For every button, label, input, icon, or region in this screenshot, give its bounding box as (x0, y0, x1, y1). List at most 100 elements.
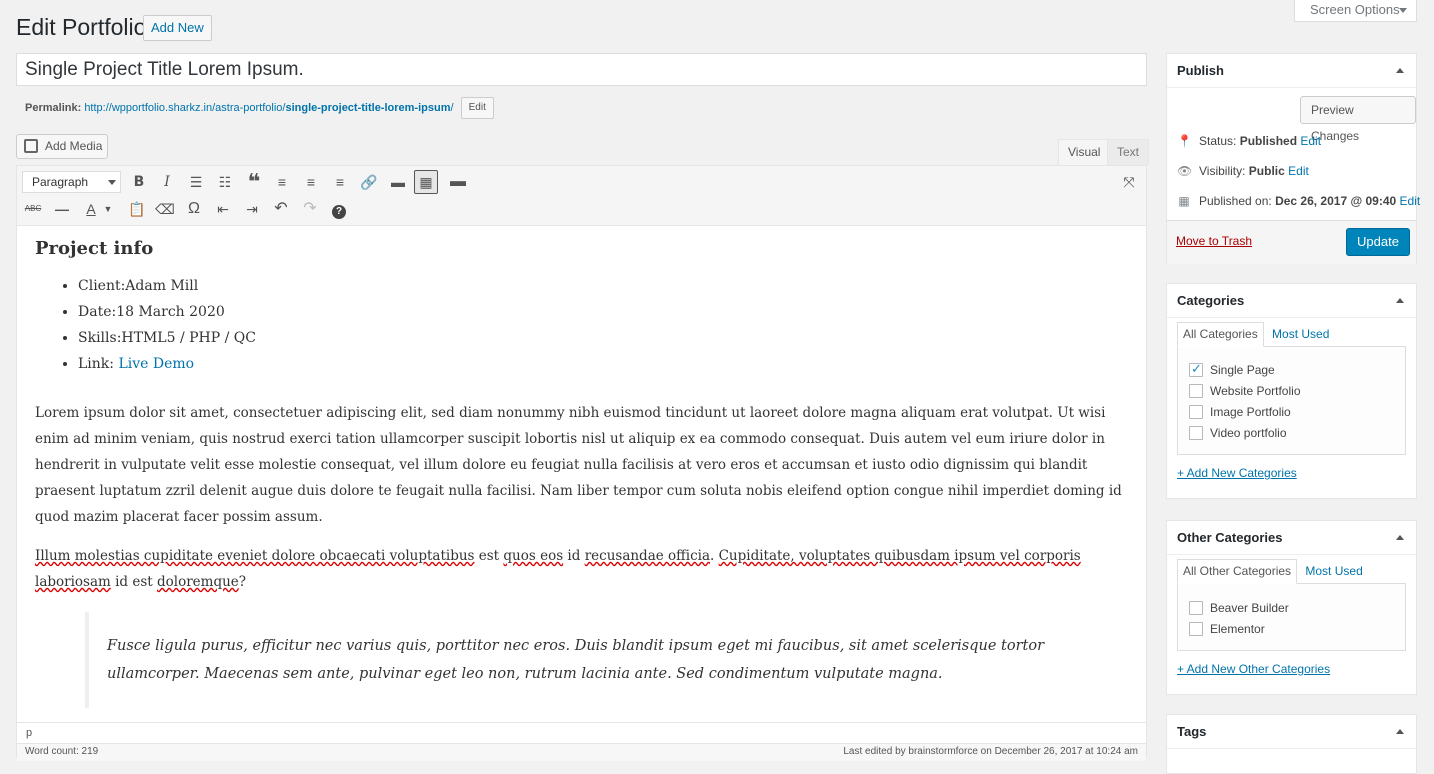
align-left-icon[interactable]: ≡ (271, 171, 293, 193)
misspelled-text: Illum molestias cupiditate eveniet dolor… (35, 548, 475, 564)
indent-icon[interactable]: ⇥ (241, 198, 263, 220)
tab-all-categories[interactable]: All Categories (1177, 322, 1264, 347)
published-on-row: ▦ Published on: Dec 26, 2017 @ 09:40 Edit (1178, 194, 1421, 208)
blockquote: Fusce ligula purus, efficitur nec varius… (85, 612, 1085, 708)
other-categories-header[interactable]: Other Categories (1167, 521, 1416, 555)
tab-text[interactable]: Text (1107, 139, 1150, 165)
other-categories-list: Beaver Builder Elementor (1177, 583, 1406, 651)
more-icon[interactable]: ▬ (447, 171, 469, 193)
visibility-row: 👁 Visibility: Public Edit (1177, 164, 1309, 178)
outdent-icon[interactable]: ⇤ (212, 198, 234, 220)
checkbox[interactable] (1189, 426, 1203, 440)
content-heading: Project info (35, 238, 154, 259)
permalink-link[interactable]: http://wpportfolio.sharkz.in/astra-portf… (84, 102, 453, 114)
screen-options-button[interactable]: Screen Options (1294, 0, 1417, 22)
collapse-icon[interactable] (1396, 68, 1404, 73)
publish-header[interactable]: Publish (1167, 54, 1416, 88)
strikethrough-icon[interactable]: ABC (22, 198, 44, 220)
list-item: Client:Adam Mill (78, 273, 1130, 299)
add-media-button[interactable]: Add Media (16, 134, 108, 159)
checkbox[interactable] (1189, 361, 1203, 377)
link-icon[interactable]: 🔗 (358, 171, 380, 193)
editor-statusbar: p Word count: 219 Last edited by brainst… (17, 722, 1146, 761)
help-icon[interactable]: ? (328, 198, 350, 220)
blockquote-icon[interactable]: ❝ (243, 171, 265, 193)
publish-box: Publish Preview Changes 📍 Status: Publish… (1166, 53, 1421, 264)
checkbox[interactable] (1189, 601, 1203, 615)
page-title: Edit Portfolio (16, 14, 147, 40)
paste-text-icon[interactable]: 📋 (126, 198, 148, 220)
media-icon (24, 139, 38, 153)
checkbox[interactable] (1189, 384, 1203, 398)
undo-icon[interactable]: ↶ (270, 198, 292, 220)
numbered-list-icon[interactable]: ☷ (214, 171, 236, 193)
date-edit-link[interactable]: Edit (1400, 194, 1421, 208)
other-categories-tabs: All Other Categories Most Used (1177, 559, 1368, 585)
fullscreen-icon[interactable]: ⤧ (1118, 171, 1140, 193)
align-center-icon[interactable]: ≡ (300, 171, 322, 193)
visibility-edit-link[interactable]: Edit (1288, 164, 1309, 178)
categories-tabs: All Categories Most Used (1177, 322, 1334, 348)
pin-icon: 📍 (1177, 134, 1192, 148)
editor: Paragraph B I ☰ ☷ ❝ ≡ ≡ ≡ 🔗 ▬ ▦ ▬ ⤧ ABC … (16, 165, 1147, 761)
status-row: 📍 Status: Published Edit (1177, 134, 1322, 148)
bullet-list-icon[interactable]: ☰ (185, 171, 207, 193)
checkbox[interactable] (1189, 405, 1203, 419)
toolbar-toggle-icon[interactable]: ▦ (414, 170, 438, 194)
category-item[interactable]: Single Page (1189, 361, 1275, 378)
post-title-input[interactable]: Single Project Title Lorem Ipsum. (16, 53, 1147, 86)
publish-actions: Move to Trash Update (1167, 220, 1416, 264)
category-item[interactable]: Website Portfolio (1189, 383, 1301, 399)
italic-icon[interactable]: I (156, 171, 178, 193)
move-to-trash-link[interactable]: Move to Trash (1176, 234, 1252, 248)
update-button[interactable]: Update (1346, 228, 1410, 256)
format-select[interactable]: Paragraph (22, 171, 121, 193)
permalink-edit-button[interactable]: Edit (460, 97, 494, 119)
align-right-icon[interactable]: ≡ (329, 171, 351, 193)
add-new-button[interactable]: Add New (143, 15, 212, 41)
categories-header[interactable]: Categories (1167, 284, 1416, 318)
categories-list: Single Page Website Portfolio Image Port… (1177, 346, 1406, 455)
tab-visual[interactable]: Visual (1058, 139, 1111, 165)
project-info-list: Client:Adam Mill Date:18 March 2020 Skil… (78, 273, 1130, 377)
permalink-label: Permalink: (25, 101, 82, 114)
redo-icon[interactable]: ↷ (299, 198, 321, 220)
chevron-down-icon[interactable]: ▼ (101, 198, 115, 220)
checkbox[interactable] (1189, 622, 1203, 636)
word-count-bar: Word count: 219 Last edited by brainstor… (17, 743, 1146, 761)
clear-formatting-icon[interactable]: ⌫ (154, 198, 176, 220)
collapse-icon[interactable] (1396, 298, 1404, 303)
list-item: Date:18 March 2020 (78, 299, 1130, 325)
category-item[interactable]: Image Portfolio (1189, 404, 1291, 420)
preview-changes-button[interactable]: Preview Changes (1300, 96, 1416, 143)
categories-box: Categories All Categories Most Used Sing… (1166, 283, 1417, 499)
other-categories-box: Other Categories All Other Categories Mo… (1166, 520, 1417, 695)
paragraph: Illum molestias cupiditate eveniet dolor… (35, 543, 1130, 595)
misspelled-text: recusandae officia (584, 548, 710, 564)
add-new-other-category-link[interactable]: + Add New Other Categories (1177, 662, 1330, 676)
category-item[interactable]: Elementor (1189, 621, 1265, 637)
collapse-icon[interactable] (1396, 729, 1404, 734)
text-color-icon[interactable]: A (80, 198, 102, 220)
screen-options-label: Screen Options (1310, 2, 1400, 17)
tab-all-other-categories[interactable]: All Other Categories (1177, 559, 1298, 584)
special-character-icon[interactable]: Ω (183, 198, 205, 220)
text-span: ? (238, 574, 247, 590)
live-demo-link[interactable]: Live Demo (118, 356, 194, 372)
text-span: id (563, 548, 585, 564)
misspelled-text: quos eos (503, 548, 564, 564)
tab-most-used[interactable]: Most Used (1300, 560, 1367, 585)
horizontal-line-icon[interactable]: — (51, 198, 73, 220)
tab-most-used[interactable]: Most Used (1267, 323, 1334, 348)
category-item[interactable]: Beaver Builder (1189, 600, 1289, 616)
tags-header[interactable]: Tags (1167, 715, 1416, 749)
bold-icon[interactable]: B (128, 171, 150, 193)
chevron-down-icon (108, 180, 116, 185)
category-item[interactable]: Video portfolio (1189, 425, 1287, 441)
add-new-category-link[interactable]: + Add New Categories (1177, 466, 1297, 480)
collapse-icon[interactable] (1396, 535, 1404, 540)
editor-content[interactable]: Project info Client:Adam Mill Date:18 Ma… (35, 238, 1130, 608)
read-more-icon[interactable]: ▬ (387, 171, 409, 193)
element-path[interactable]: p (26, 727, 32, 739)
status-edit-link[interactable]: Edit (1300, 134, 1321, 148)
